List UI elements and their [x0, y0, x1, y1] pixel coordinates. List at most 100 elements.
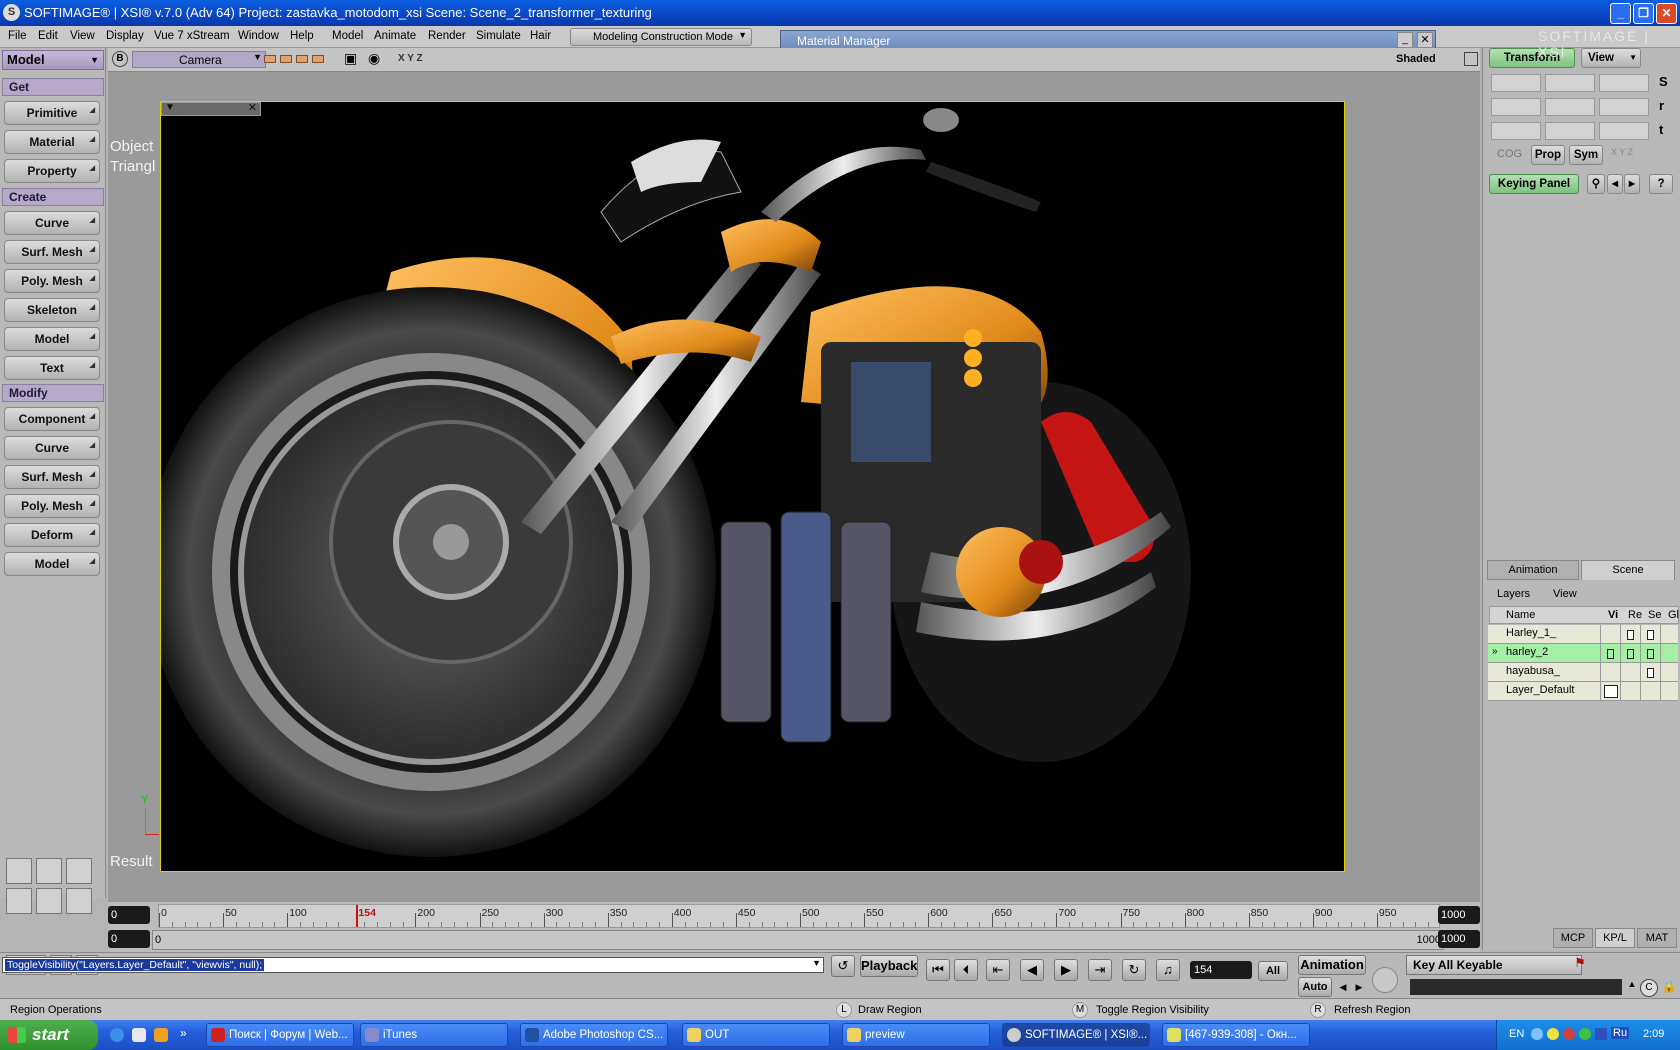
playhead[interactable] [356, 905, 359, 927]
playback-button[interactable]: Playback [860, 955, 918, 977]
key-set-icon[interactable]: ⚑ [1570, 955, 1590, 975]
browser-icon[interactable] [132, 1028, 146, 1042]
view-toggle-icon[interactable] [296, 55, 308, 63]
scroll-up-icon[interactable]: ▲ [1624, 979, 1640, 995]
section-modify[interactable]: Modify [2, 384, 104, 402]
sym-button[interactable]: Sym [1569, 145, 1603, 165]
playback-options-icon[interactable]: ↺ [831, 955, 855, 977]
rotate-x-field[interactable] [1491, 98, 1541, 116]
command-line-field[interactable]: ToggleVisibility("Layers.Layer_Default",… [2, 957, 824, 973]
tray-icon[interactable] [1595, 1028, 1607, 1040]
tray-icon[interactable] [1531, 1028, 1543, 1040]
vi-checkbox[interactable] [1607, 649, 1614, 659]
camera-icon[interactable]: ▣ [344, 50, 357, 67]
column-vi[interactable]: Vi [1608, 609, 1618, 621]
eye-icon[interactable]: ◉ [368, 50, 380, 67]
loop-icon[interactable]: ↻ [1122, 959, 1146, 981]
scale-y-field[interactable] [1545, 74, 1595, 92]
language-indicator[interactable]: EN [1509, 1028, 1524, 1040]
timeline-ruler[interactable]: 0 50 100 154 200 250 300 350 400 450 500 550 600 650 7… [158, 904, 1440, 928]
all-button[interactable]: All [1258, 961, 1288, 981]
prop-button[interactable]: Prop [1531, 145, 1565, 165]
task-folder-preview[interactable]: preview [842, 1023, 990, 1047]
modify-deform-button[interactable]: Deform ◢ [4, 523, 100, 547]
xyz-toggle[interactable]: X Y Z [1611, 147, 1633, 157]
layout-vsplit-icon[interactable] [36, 888, 62, 914]
re-checkbox[interactable] [1627, 630, 1634, 640]
menu-animate[interactable]: Animate [374, 30, 416, 42]
minimize-icon[interactable]: _ [1397, 32, 1413, 48]
translate-x-field[interactable] [1491, 122, 1541, 140]
tab-mat[interactable]: MAT [1637, 928, 1677, 948]
current-frame-field[interactable]: 154 [1190, 961, 1252, 979]
modify-model-button[interactable]: Model ◢ [4, 552, 100, 576]
audio-icon[interactable]: ♫ [1156, 959, 1180, 981]
layer-row[interactable]: Layer_Default [1488, 682, 1678, 701]
lock-icon[interactable]: 🔒 [1660, 979, 1678, 997]
create-poly-mesh-button[interactable]: Poly. Mesh ◢ [4, 269, 100, 293]
go-end-icon[interactable]: ⇥ [1088, 959, 1112, 981]
modify-curve-button[interactable]: Curve ◢ [4, 436, 100, 460]
animation-button[interactable]: Animation [1298, 955, 1366, 975]
material-button[interactable]: Material ◢ [4, 130, 100, 154]
column-gl[interactable]: Gl [1668, 609, 1679, 621]
tab-scene[interactable]: Scene [1581, 560, 1675, 580]
create-model-button[interactable]: Model ◢ [4, 327, 100, 351]
tray-icon[interactable] [1563, 1028, 1575, 1040]
view-toggle-icon[interactable] [264, 55, 276, 63]
layers-menu[interactable]: Layers [1497, 588, 1530, 600]
camera-dropdown[interactable]: Camera ▼ [132, 51, 266, 68]
column-name[interactable]: Name [1506, 609, 1535, 621]
key-icon[interactable] [1372, 967, 1398, 993]
translate-y-field[interactable] [1545, 122, 1595, 140]
menu-edit[interactable]: Edit [38, 30, 58, 42]
task-folder-out[interactable]: OUT [682, 1023, 830, 1047]
key-all-keyable-dropdown[interactable]: Key All Keyable [1406, 955, 1582, 975]
close-icon[interactable]: ✕ [1417, 32, 1433, 48]
layer-row-selected[interactable]: » harley_2 [1488, 644, 1678, 663]
clock-icon[interactable]: C [1640, 979, 1658, 997]
menu-file[interactable]: File [8, 30, 27, 42]
maximize-viewport-icon[interactable] [1464, 52, 1478, 66]
range-slider[interactable]: 0 1000 [152, 930, 1444, 950]
menu-vue[interactable]: Vue 7 xStream [154, 30, 230, 42]
create-surf-mesh-button[interactable]: Surf. Mesh ◢ [4, 240, 100, 264]
play-forward-icon[interactable]: ▶ [1054, 959, 1078, 981]
ie-icon[interactable] [110, 1028, 124, 1042]
keying-panel-button[interactable]: Keying Panel [1489, 174, 1579, 194]
scale-label[interactable]: S [1659, 74, 1668, 89]
modify-surf-mesh-button[interactable]: Surf. Mesh ◢ [4, 465, 100, 489]
range-start-field[interactable]: 0 [108, 930, 150, 948]
menu-window[interactable]: Window [238, 30, 279, 42]
section-create[interactable]: Create [2, 188, 104, 206]
layout-split-icon[interactable] [6, 888, 32, 914]
modify-component-button[interactable]: Component ◢ [4, 407, 100, 431]
go-start-icon[interactable]: ⇤ [986, 959, 1010, 981]
se-checkbox[interactable] [1647, 668, 1654, 678]
axes-toggle[interactable]: X Y Z [398, 53, 423, 64]
timeline[interactable]: 0 0 50 100 154 200 250 300 350 400 450 500 550 600 65… [108, 902, 1480, 952]
menu-help[interactable]: Help [290, 30, 314, 42]
close-button[interactable]: ✕ [1656, 3, 1677, 24]
key-icon[interactable]: ⚲ [1587, 174, 1605, 194]
next-key-icon[interactable]: ▶ [1624, 174, 1640, 194]
view-toggle-icon[interactable] [280, 55, 292, 63]
task-opera[interactable]: Поиск | Форум | Web... [206, 1023, 354, 1047]
prev-key-icon[interactable]: ◀ [1336, 979, 1350, 995]
create-text-button[interactable]: Text ◢ [4, 356, 100, 380]
menu-hair[interactable]: Hair [530, 30, 551, 42]
create-curve-button[interactable]: Curve ◢ [4, 211, 100, 235]
menu-render[interactable]: Render [428, 30, 466, 42]
more-icon[interactable]: » [180, 1026, 187, 1040]
scale-z-field[interactable] [1599, 74, 1649, 92]
translate-label[interactable]: t [1659, 122, 1663, 137]
keyboard-layout[interactable]: Ru [1611, 1027, 1630, 1039]
layout-single-icon[interactable] [36, 858, 62, 884]
create-skeleton-button[interactable]: Skeleton ◢ [4, 298, 100, 322]
layout-hsplit-icon[interactable] [66, 888, 92, 914]
menu-simulate[interactable]: Simulate [476, 30, 521, 42]
cog-toggle[interactable]: COG [1497, 148, 1522, 160]
shading-mode[interactable]: Shaded [1396, 53, 1436, 65]
timeline-start-field[interactable]: 0 [108, 906, 150, 924]
rotate-z-field[interactable] [1599, 98, 1649, 116]
